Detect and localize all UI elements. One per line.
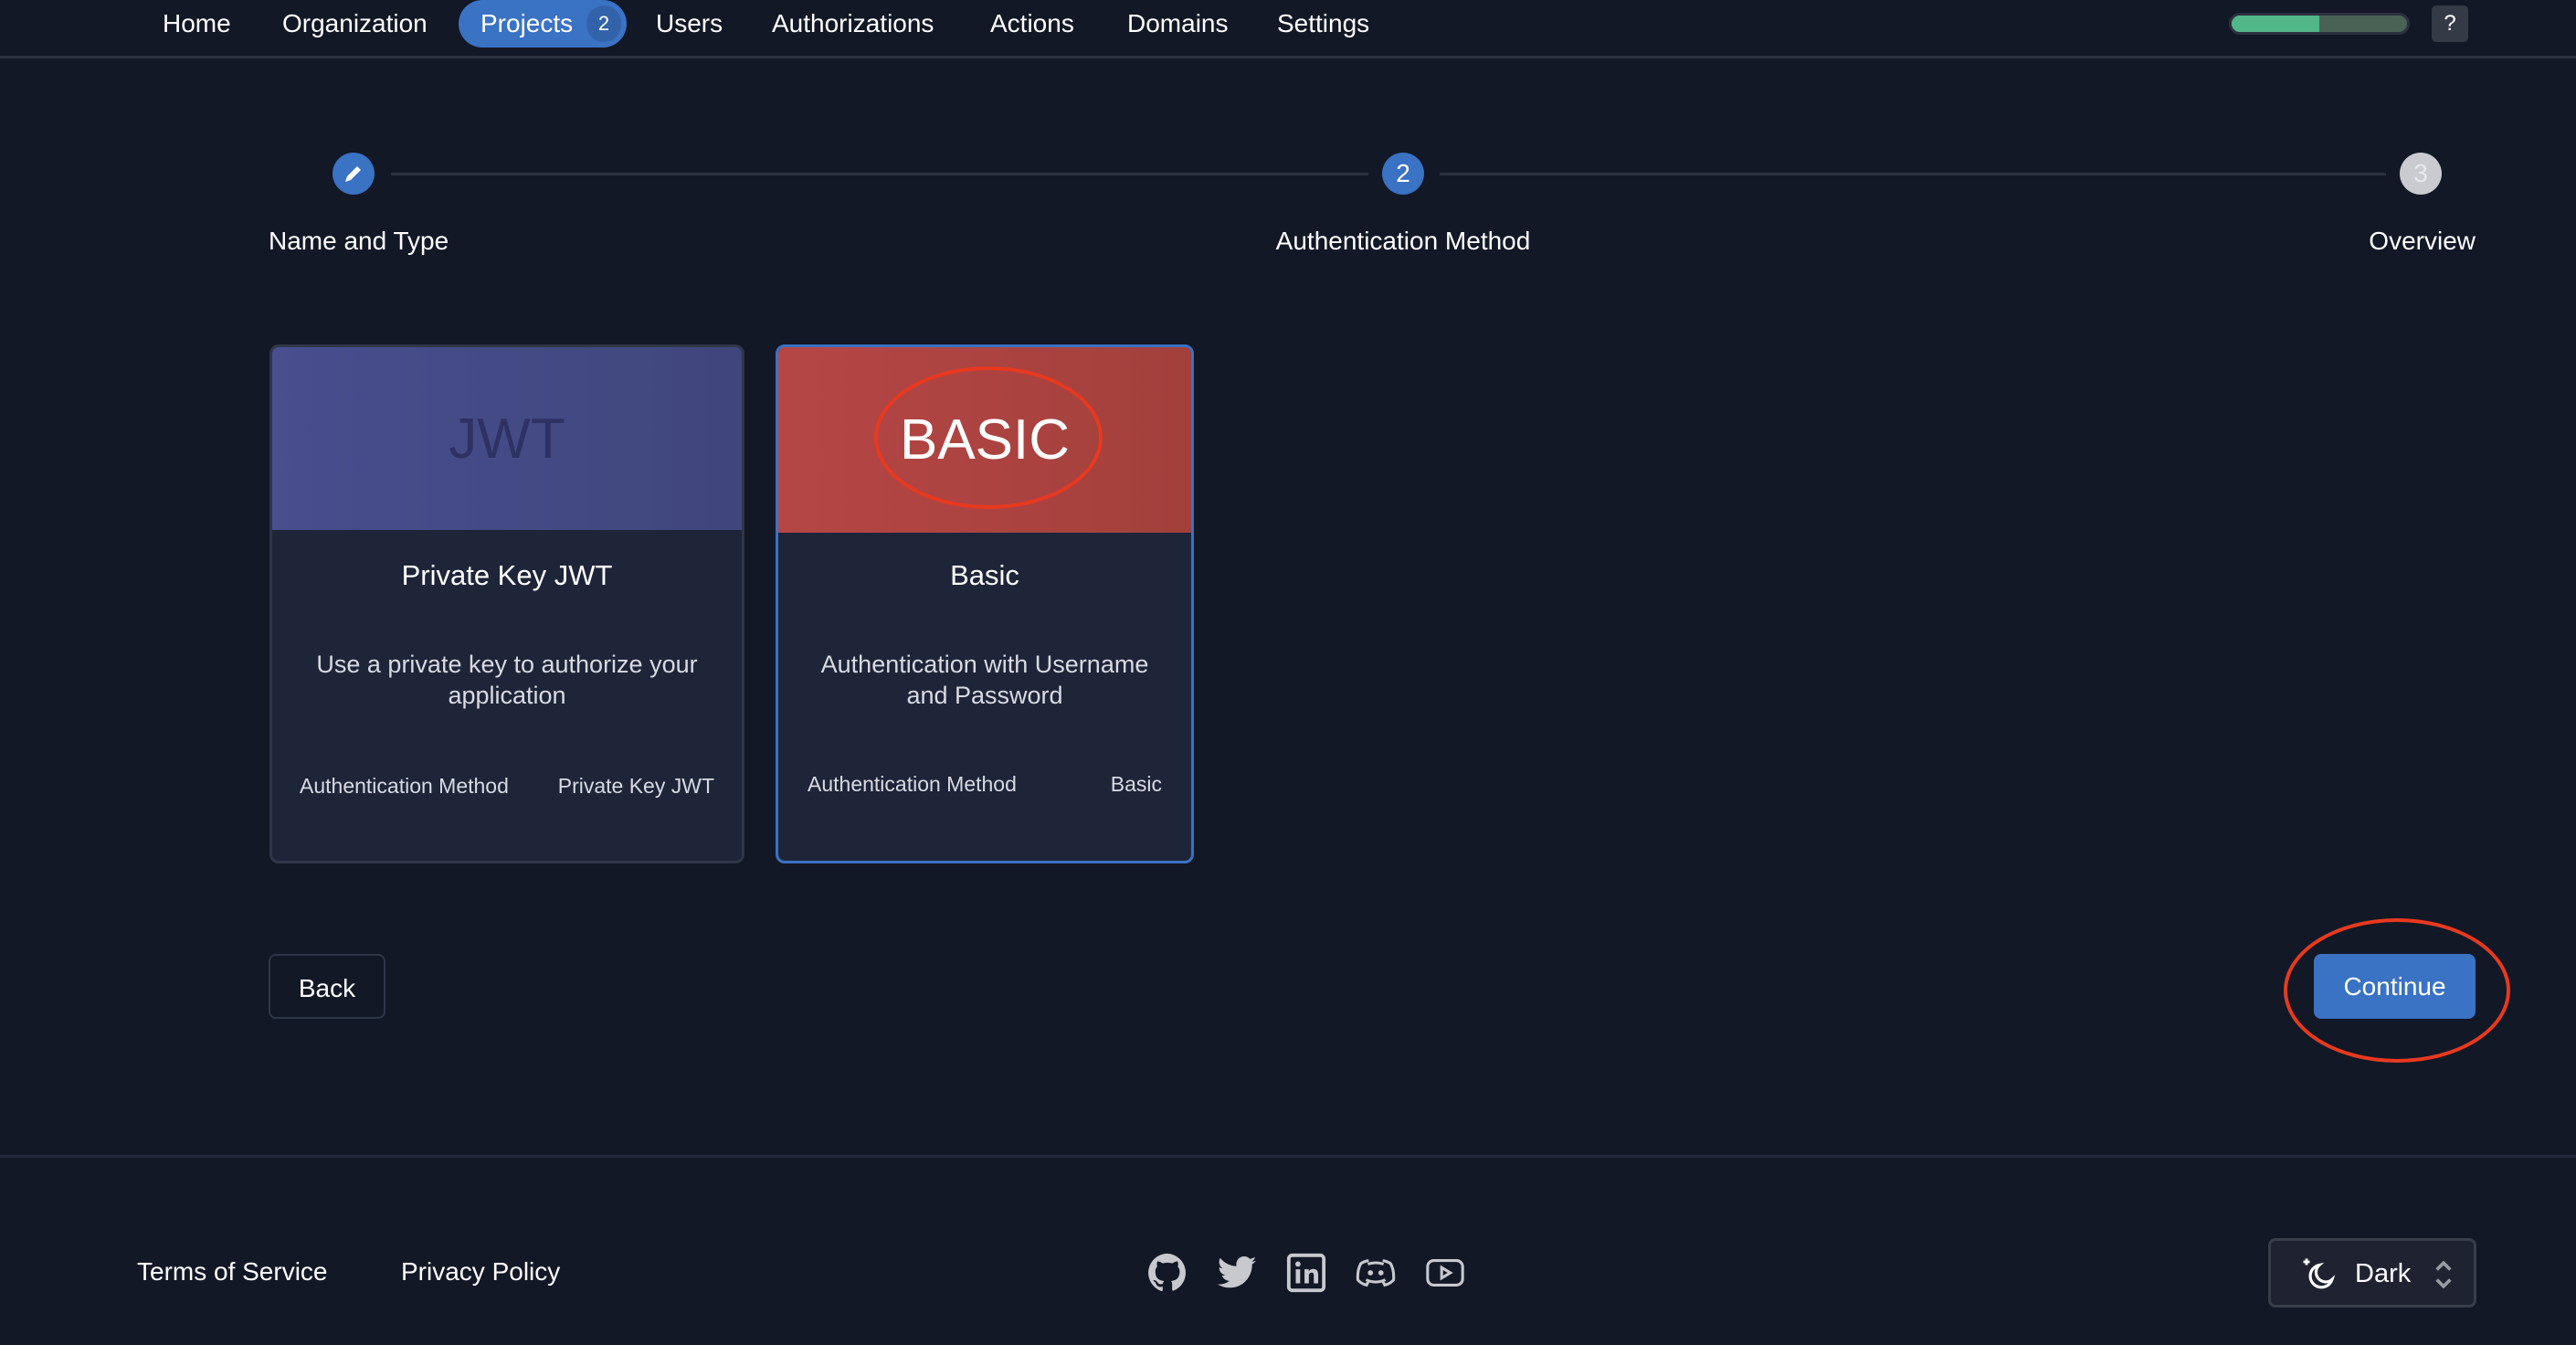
- card-description: Authentication with Username and Passwor…: [820, 651, 1149, 709]
- moon-icon: [2303, 1258, 2336, 1289]
- card-meta-label: Authentication Method: [808, 772, 1017, 796]
- card-meta-value: Basic: [1110, 772, 1162, 796]
- annotation-circle: [2284, 918, 2510, 1063]
- projects-count-badge: 2: [586, 5, 621, 42]
- nav-home[interactable]: Home: [163, 7, 231, 40]
- auth-card-private-key-jwt[interactable]: JWT Private Key JWT Use a private key to…: [269, 344, 744, 863]
- card-title: Basic: [950, 559, 1019, 591]
- nav-users[interactable]: Users: [656, 7, 723, 40]
- youtube-icon[interactable]: [1424, 1252, 1466, 1294]
- top-nav: Home Organization Projects 2 Users Autho…: [0, 0, 2576, 58]
- step-3-label: Overview: [2369, 227, 2476, 255]
- nav-authorizations[interactable]: Authorizations: [772, 7, 934, 40]
- discord-icon[interactable]: [1355, 1252, 1397, 1294]
- github-icon[interactable]: [1146, 1252, 1188, 1294]
- nav-organization[interactable]: Organization: [282, 7, 428, 40]
- jwt-logo: JWT: [272, 347, 742, 530]
- card-title: Private Key JWT: [401, 559, 613, 591]
- help-button[interactable]: ?: [2432, 5, 2468, 42]
- card-description: Use a private key to authorize your appl…: [316, 651, 698, 709]
- step-2-circle[interactable]: 2: [1382, 153, 1424, 195]
- twitter-icon[interactable]: [1216, 1252, 1258, 1294]
- nav-projects-label: Projects: [480, 9, 574, 37]
- theme-value: Dark: [2355, 1259, 2412, 1288]
- card-meta-label: Authentication Method: [300, 774, 509, 798]
- onboarding-progress[interactable]: [2229, 13, 2410, 35]
- nav-actions[interactable]: Actions: [990, 7, 1074, 40]
- nav-projects[interactable]: Projects 2: [459, 0, 627, 48]
- terms-link[interactable]: Terms of Service: [137, 1255, 328, 1288]
- step-2-label: Authentication Method: [1275, 227, 1531, 255]
- step-1-label: Name and Type: [269, 227, 449, 255]
- step-connector: [1440, 173, 2386, 175]
- linkedin-icon[interactable]: [1285, 1252, 1327, 1294]
- chevron-up-down-icon: [2435, 1260, 2452, 1289]
- nav-domains[interactable]: Domains: [1127, 7, 1228, 40]
- step-1-circle[interactable]: [333, 153, 375, 195]
- footer-divider: [0, 1155, 2576, 1158]
- theme-select[interactable]: Dark: [2268, 1238, 2476, 1308]
- nav-settings[interactable]: Settings: [1277, 7, 1369, 40]
- progress-fill: [2232, 16, 2319, 32]
- step-3-circle[interactable]: 3: [2400, 153, 2442, 195]
- card-meta-value: Private Key JWT: [557, 774, 714, 798]
- back-button[interactable]: Back: [269, 954, 385, 1019]
- annotation-circle: [874, 366, 1103, 509]
- privacy-link[interactable]: Privacy Policy: [401, 1255, 560, 1288]
- step-connector: [391, 173, 1368, 175]
- pencil-icon: [345, 166, 361, 182]
